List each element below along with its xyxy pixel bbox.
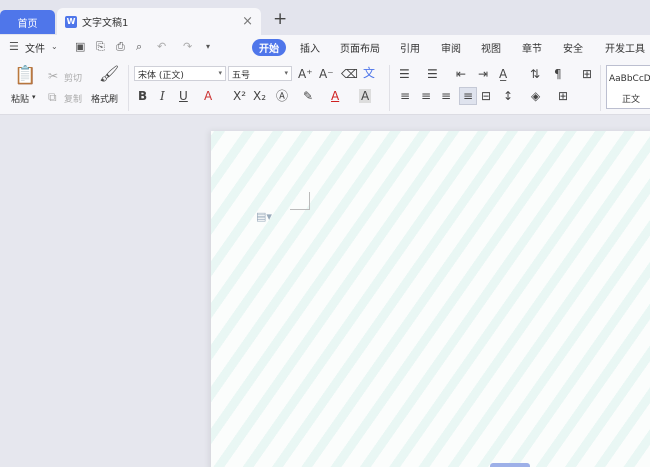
strikethrough-icon[interactable]: A: [204, 89, 212, 103]
char-shading-icon[interactable]: A: [359, 89, 372, 103]
copy-button[interactable]: 复制: [64, 92, 82, 105]
menu-developer[interactable]: 开发工具: [605, 40, 645, 55]
style-name: 正文: [622, 95, 641, 105]
underline-icon[interactable]: U: [179, 89, 188, 103]
cut-icon[interactable]: ✂: [48, 69, 58, 83]
customize-icon[interactable]: ▾: [206, 42, 210, 51]
status-indicator: [490, 463, 530, 467]
tab-document[interactable]: W 文字文稿1 ×: [57, 8, 261, 35]
hamburger-icon[interactable]: ☰: [9, 40, 19, 53]
tab-home[interactable]: 首页: [0, 10, 55, 34]
highlight-icon[interactable]: ✎: [303, 89, 313, 103]
document-page[interactable]: [211, 131, 650, 467]
cut-button[interactable]: 剪切: [64, 71, 82, 84]
paste-dropdown-icon[interactable]: ▾: [32, 93, 36, 101]
font-name-select[interactable]: 宋体 (正文) ▾: [134, 66, 226, 81]
distributed-icon[interactable]: ⊟: [481, 89, 491, 103]
font-color-icon[interactable]: A: [331, 89, 339, 103]
line-spacing-icon[interactable]: ↕: [503, 89, 513, 103]
ribbon-toolbar: 📋 粘贴 ▾ ✂ 剪切 ⧉ 复制 🖌 格式刷 宋体 (正文) ▾ 五号 ▾ A⁺…: [0, 60, 650, 115]
clear-format-icon[interactable]: ⌫: [341, 67, 358, 81]
increase-indent-icon[interactable]: ⇥: [478, 67, 488, 81]
export-icon[interactable]: ⎘: [96, 40, 105, 54]
group-divider: [600, 65, 601, 111]
font-size-select[interactable]: 五号 ▾: [228, 66, 292, 81]
text-effect-icon[interactable]: Ⓐ: [276, 89, 288, 103]
group-divider: [389, 65, 390, 111]
justify-icon[interactable]: ≡: [459, 87, 478, 105]
bold-icon[interactable]: B: [138, 89, 147, 103]
copy-icon[interactable]: ⧉: [48, 90, 57, 104]
menu-view[interactable]: 视图: [481, 40, 501, 55]
new-tab-button[interactable]: +: [273, 9, 287, 29]
chevron-down-icon: ▾: [284, 69, 288, 77]
menu-insert[interactable]: 插入: [300, 40, 320, 55]
numbered-list-icon[interactable]: ☰: [427, 67, 438, 81]
wps-writer-window: 首页 W 文字文稿1 × + ☰ 文件 ⌄ ▣ ⎘ ⎙ ⌕ ↶ ↷ ▾ 开始 插…: [0, 0, 650, 467]
undo-icon[interactable]: ↶: [157, 40, 166, 53]
paste-button[interactable]: 粘贴: [11, 92, 29, 105]
table-draw-icon[interactable]: ⊞: [582, 67, 592, 81]
show-marks-icon[interactable]: ¶: [554, 67, 562, 81]
font-name-value: 宋体 (正文): [138, 71, 184, 81]
phonetic-guide-icon[interactable]: 文: [363, 66, 375, 80]
align-left-icon[interactable]: ≡: [400, 89, 410, 103]
format-painter-icon[interactable]: 🖌: [99, 66, 119, 82]
shading-icon[interactable]: ◈: [531, 89, 540, 103]
close-tab-icon[interactable]: ×: [242, 14, 253, 29]
menu-home[interactable]: 开始: [252, 39, 286, 56]
paragraph-layout-icon[interactable]: ▤▾: [256, 210, 272, 223]
group-divider: [128, 65, 129, 111]
margin-corner-mark: [290, 192, 310, 210]
style-normal[interactable]: AaBbCcD 正文: [606, 65, 650, 109]
subscript-icon[interactable]: X₂: [253, 89, 266, 103]
writer-logo-icon: W: [65, 15, 77, 28]
menu-security[interactable]: 安全: [563, 40, 583, 55]
chevron-down-icon: ▾: [218, 69, 222, 77]
shrink-font-icon[interactable]: A⁻: [319, 67, 334, 81]
superscript-icon[interactable]: X²: [233, 89, 246, 103]
change-case-icon[interactable]: A̲: [499, 67, 507, 81]
menu-review[interactable]: 审阅: [441, 40, 461, 55]
document-title: 文字文稿1: [82, 18, 129, 29]
paste-icon[interactable]: 📋: [14, 66, 36, 86]
bullet-list-icon[interactable]: ☰: [399, 67, 410, 81]
menu-page-layout[interactable]: 页面布局: [340, 40, 380, 55]
grow-font-icon[interactable]: A⁺: [298, 67, 313, 81]
menu-bar: ☰ 文件 ⌄ ▣ ⎘ ⎙ ⌕ ↶ ↷ ▾ 开始 插入 页面布局 引用 审阅 视图…: [0, 35, 650, 60]
print-icon[interactable]: ⎙: [116, 40, 125, 54]
file-menu[interactable]: 文件: [25, 40, 45, 55]
style-preview: AaBbCcD: [609, 74, 650, 84]
save-icon[interactable]: ▣: [75, 40, 85, 53]
format-painter-button[interactable]: 格式刷: [91, 92, 118, 105]
align-center-icon[interactable]: ≡: [421, 89, 431, 103]
chevron-down-icon[interactable]: ⌄: [51, 42, 58, 51]
print-preview-icon[interactable]: ⌕: [136, 40, 142, 54]
borders-icon[interactable]: ⊞: [558, 89, 568, 103]
redo-icon[interactable]: ↷: [183, 40, 192, 53]
italic-icon[interactable]: I: [160, 89, 165, 103]
decrease-indent-icon[interactable]: ⇤: [456, 67, 466, 81]
sort-icon[interactable]: ⇅: [530, 67, 540, 81]
tab-bar: 首页 W 文字文稿1 × +: [0, 0, 650, 35]
menu-references[interactable]: 引用: [400, 40, 420, 55]
menu-chapter[interactable]: 章节: [522, 40, 542, 55]
font-size-value: 五号: [232, 71, 251, 81]
align-right-icon[interactable]: ≡: [441, 89, 451, 103]
